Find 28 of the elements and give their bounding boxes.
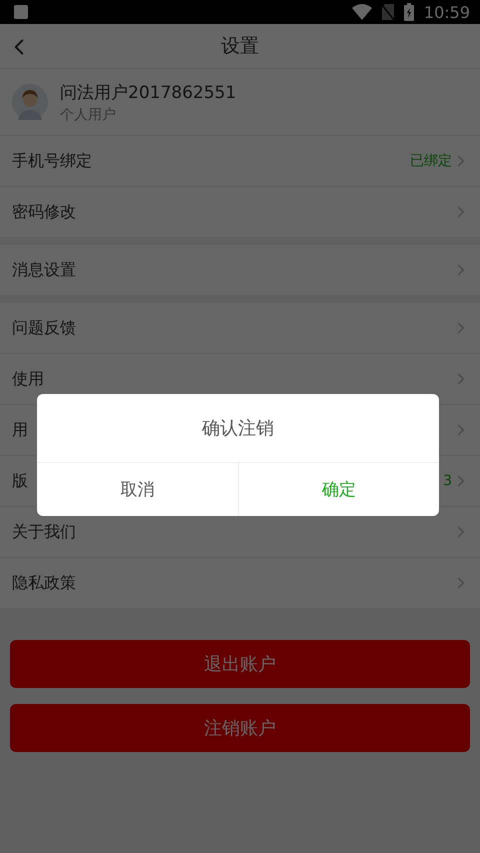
- row-value: 3: [443, 473, 452, 489]
- page-title: 设置: [221, 34, 259, 59]
- battery-icon: [404, 3, 414, 21]
- row-label: 手机号绑定: [12, 150, 92, 172]
- row-label: 用: [12, 420, 28, 440]
- status-time: 10:59: [424, 2, 470, 22]
- avatar-icon: [12, 84, 48, 120]
- row-label: 问题反馈: [12, 318, 76, 338]
- settings-row[interactable]: 消息设置: [0, 245, 480, 295]
- row-label: 密码修改: [12, 202, 76, 222]
- row-label: 隐私政策: [12, 572, 76, 594]
- row-label: 使用: [12, 368, 44, 390]
- no-sim-icon: [382, 4, 394, 20]
- wifi-icon: [352, 4, 372, 20]
- account-button[interactable]: 退出账户: [10, 640, 470, 688]
- row-label: 消息设置: [12, 260, 76, 280]
- row-label: 版: [12, 470, 28, 492]
- row-label: 关于我们: [12, 522, 76, 542]
- user-name: 问法用户2017862551: [60, 82, 236, 104]
- settings-row[interactable]: 密码修改: [0, 187, 480, 237]
- settings-row[interactable]: 手机号绑定 已绑定: [0, 136, 480, 187]
- account-button[interactable]: 注销账户: [10, 704, 470, 752]
- notification-icon: [14, 5, 28, 19]
- settings-row[interactable]: 问题反馈: [0, 303, 480, 354]
- confirm-button[interactable]: 确定: [238, 463, 439, 516]
- settings-row[interactable]: 隐私政策: [0, 558, 480, 608]
- row-value: 已绑定: [410, 152, 452, 170]
- dialog-title: 确认注销: [37, 394, 439, 463]
